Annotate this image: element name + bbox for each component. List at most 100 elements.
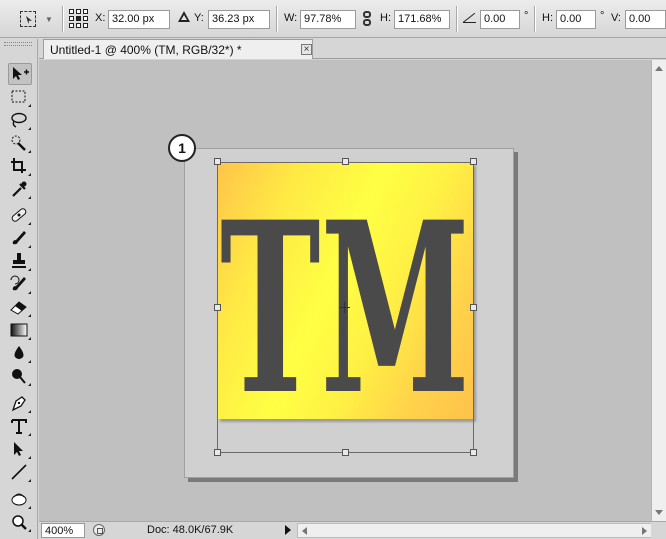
divider — [276, 6, 278, 32]
horizontal-scrollbar[interactable] — [297, 523, 652, 538]
zoom-level-field[interactable]: 400% — [41, 523, 85, 538]
document-tab-bar: Untitled-1 @ 400% (TM, RGB/32*) * × — [39, 39, 666, 59]
path-selection-tool[interactable] — [8, 439, 32, 461]
type-tool[interactable] — [8, 416, 32, 438]
transform-handle-right[interactable] — [470, 304, 477, 311]
type-icon — [11, 419, 27, 434]
brush-icon — [12, 231, 26, 245]
dodge-icon — [12, 369, 26, 384]
gradient-tool[interactable] — [8, 320, 32, 342]
history-brush-tool[interactable] — [8, 274, 32, 296]
brush-tool[interactable] — [8, 228, 32, 250]
close-icon[interactable]: × — [301, 44, 312, 55]
dodge-tool[interactable] — [8, 366, 32, 388]
status-options-icon[interactable] — [93, 524, 105, 536]
rotate-view-tool[interactable] — [8, 489, 32, 511]
transform-handle-left[interactable] — [214, 304, 221, 311]
reference-point[interactable] — [69, 23, 74, 28]
line-tool[interactable] — [8, 462, 32, 484]
transform-handle-bottom-left[interactable] — [214, 449, 221, 456]
gradient-icon — [10, 323, 28, 337]
move-tool-preset-icon — [20, 11, 36, 27]
crop-icon — [11, 158, 26, 173]
status-menu-arrow-icon[interactable] — [285, 525, 291, 535]
eraser-tool[interactable] — [8, 297, 32, 319]
zoom-tool[interactable] — [8, 512, 32, 534]
blur-tool[interactable] — [8, 343, 32, 365]
lasso-icon — [11, 112, 27, 128]
toolbox — [0, 39, 38, 539]
reference-point[interactable] — [76, 9, 81, 14]
x-label: X: — [95, 12, 106, 24]
move-tool[interactable] — [8, 63, 32, 85]
marquee-tool[interactable] — [8, 87, 32, 109]
transform-handle-bottom-right[interactable] — [470, 449, 477, 456]
y-position-field[interactable]: 36.23 px — [208, 10, 270, 29]
skew-v-label: V: — [611, 12, 621, 24]
reference-point-center[interactable] — [76, 16, 81, 21]
width-label: W: — [284, 12, 298, 24]
quick-selection-icon — [11, 135, 26, 151]
healing-brush-tool[interactable] — [8, 205, 32, 227]
toolbox-grip[interactable] — [4, 42, 32, 46]
height-field[interactable]: 171.68% — [394, 10, 450, 29]
hand-icon — [11, 493, 27, 506]
transform-handle-bottom[interactable] — [342, 449, 349, 456]
reference-point-locator[interactable] — [69, 9, 89, 29]
quick-selection-tool[interactable] — [8, 133, 32, 155]
degree-symbol: ° — [600, 10, 605, 22]
stamp-icon — [12, 253, 26, 268]
status-bar: 400% Doc: 48.0K/67.9K — [39, 521, 666, 539]
horizontal-skew-field[interactable]: 0.00 — [556, 10, 596, 29]
eyedropper-icon — [12, 181, 27, 197]
water-drop-icon — [14, 346, 24, 359]
transform-handle-top[interactable] — [342, 158, 349, 165]
line-icon — [11, 464, 27, 480]
history-brush-icon — [10, 275, 26, 291]
document-info: Doc: 48.0K/67.9K — [147, 524, 234, 536]
width-field[interactable]: 97.78% — [300, 10, 356, 29]
degree-symbol: ° — [524, 10, 529, 22]
scroll-right-icon[interactable] — [642, 527, 647, 535]
skew-h-label: H: — [542, 12, 553, 24]
reference-point[interactable] — [83, 16, 88, 21]
reference-point[interactable] — [83, 23, 88, 28]
crop-tool[interactable] — [8, 156, 32, 178]
scroll-left-icon[interactable] — [302, 527, 307, 535]
x-position-field[interactable]: 32.00 px — [108, 10, 170, 29]
reference-point-crosshair-icon[interactable] — [339, 302, 350, 313]
rotate-angle-icon — [463, 12, 477, 24]
vertical-scrollbar[interactable] — [651, 60, 666, 521]
path-selection-icon — [14, 442, 23, 456]
scroll-up-icon[interactable] — [655, 66, 663, 71]
reference-point[interactable] — [76, 23, 81, 28]
lasso-tool[interactable] — [8, 110, 32, 132]
document-tab-title: Untitled-1 @ 400% (TM, RGB/32*) * — [50, 43, 242, 57]
eraser-icon — [10, 301, 27, 315]
tool-preset-picker[interactable]: ▼ — [18, 9, 58, 29]
move-icon — [13, 67, 29, 80]
rectangular-marquee-icon — [11, 90, 26, 103]
clone-stamp-tool[interactable] — [8, 251, 32, 273]
chevron-down-icon: ▼ — [45, 15, 53, 24]
relative-positioning-icon[interactable] — [178, 11, 190, 23]
vertical-skew-field[interactable]: 0.00 — [625, 10, 666, 29]
zoom-icon — [12, 515, 27, 530]
divider — [534, 6, 536, 32]
link-icon[interactable] — [362, 11, 372, 27]
transform-handle-top-right[interactable] — [470, 158, 477, 165]
divider — [62, 6, 64, 32]
rotation-angle-field[interactable]: 0.00 — [480, 10, 520, 29]
y-label: Y: — [194, 12, 204, 24]
bandage-icon — [11, 208, 27, 222]
reference-point[interactable] — [69, 9, 74, 14]
reference-point[interactable] — [69, 16, 74, 21]
scroll-down-icon[interactable] — [655, 510, 663, 515]
divider — [456, 6, 458, 32]
transform-handle-top-left[interactable] — [214, 158, 221, 165]
document-tab[interactable]: Untitled-1 @ 400% (TM, RGB/32*) * × — [43, 39, 313, 59]
callout-number: 1 — [168, 134, 196, 162]
reference-point[interactable] — [83, 9, 88, 14]
eyedropper-tool[interactable] — [8, 179, 32, 201]
pen-tool[interactable] — [8, 393, 32, 415]
